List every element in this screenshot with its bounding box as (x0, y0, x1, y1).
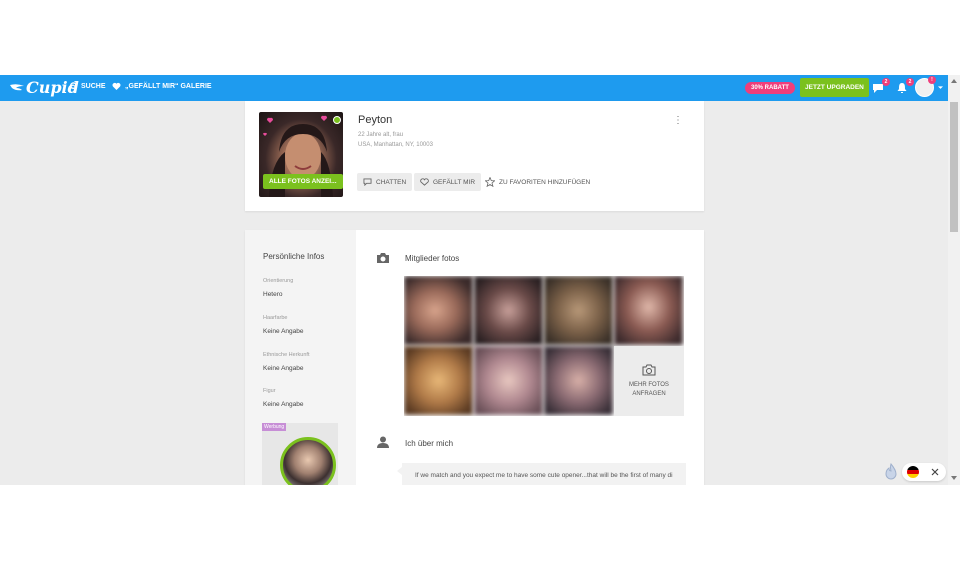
like-label: GEFÄLLT MIR (433, 178, 476, 186)
heart-icon (112, 82, 121, 90)
camera-icon (377, 253, 389, 263)
personal-info-title: Persönliche Infos (263, 252, 325, 261)
member-photo[interactable] (404, 346, 473, 415)
wings-icon (10, 83, 24, 90)
more-photos-line1: MEHR FOTOS (629, 381, 669, 388)
member-photo[interactable] (544, 276, 613, 345)
user-avatar-button[interactable]: ! (915, 76, 936, 97)
messages-button[interactable]: 2 (872, 78, 890, 95)
star-icon (485, 177, 495, 187)
close-icon[interactable] (931, 468, 939, 476)
more-photos-label: MEHR FOTOS ANFRAGEN (629, 381, 669, 399)
language-selector[interactable] (902, 463, 946, 481)
member-photo[interactable] (474, 276, 543, 345)
about-text-box: If we match and you expect me to have so… (397, 463, 686, 485)
top-navbar: Cupid SUCHE „GEFÄLLT MIR“ GALERIE 30% RA… (0, 75, 948, 101)
details-card: Persönliche Infos Orientierung Hetero Ha… (245, 230, 704, 485)
more-photos-line2: ANFRAGEN (632, 390, 666, 397)
profile-name: Peyton (358, 114, 393, 126)
profile-age-gender: 22 Jahre alt, frau (358, 132, 404, 138)
gallery-label: „GEFÄLLT MIR“ GALERIE (125, 82, 212, 90)
orientation-value: Hetero (263, 291, 283, 298)
profile-alert-badge: ! (928, 76, 936, 84)
online-status-dot (333, 116, 341, 124)
chevron-down-icon[interactable] (938, 86, 943, 90)
scroll-down-arrow-icon[interactable] (951, 476, 957, 480)
page-scrollbar[interactable] (948, 75, 960, 485)
ad-tag: Werbung (262, 423, 287, 431)
profile-photo[interactable]: ALLE FOTOS ANZEI... (259, 112, 343, 197)
profile-location: USA, Manhattan, NY, 10003 (358, 142, 433, 148)
search-icon (68, 82, 77, 91)
language-widget (884, 462, 948, 482)
member-photo[interactable] (544, 346, 613, 415)
heart-outline-icon (420, 178, 429, 186)
photos-section-title: Mitglieder fotos (405, 254, 460, 263)
scrollbar-thumb[interactable] (950, 102, 958, 232)
figure-label: Figur (263, 388, 276, 394)
notifications-count-badge: 2 (906, 78, 914, 86)
hair-color-label: Haarfarbe (263, 315, 288, 321)
chat-button[interactable]: CHATTEN (357, 173, 413, 191)
upgrade-button[interactable]: JETZT UPGRADEN (800, 78, 869, 97)
messages-count-badge: 2 (882, 78, 890, 86)
figure-value: Keine Angabe (263, 401, 304, 408)
orientation-label: Orientierung (263, 278, 294, 284)
ethnicity-label: Ethnische Herkunft (263, 352, 310, 358)
hair-color-value: Keine Angabe (263, 328, 304, 335)
person-icon (377, 436, 389, 448)
member-photo[interactable] (474, 346, 543, 415)
show-all-photos-button[interactable]: ALLE FOTOS ANZEI... (263, 174, 343, 189)
like-button[interactable]: GEFÄLLT MIR (414, 173, 482, 191)
scroll-up-arrow-icon[interactable] (951, 79, 957, 83)
discount-badge[interactable]: 30% RABATT (745, 82, 795, 94)
member-photo[interactable] (614, 276, 683, 345)
ethnicity-value: Keine Angabe (263, 365, 304, 372)
personal-info-sidebar: Persönliche Infos Orientierung Hetero Ha… (245, 230, 356, 485)
profile-card: ALLE FOTOS ANZEI... Peyton 22 Jahre alt,… (245, 101, 704, 211)
favorite-label: ZU FAVORITEN HINZUFÜGEN (499, 178, 591, 186)
add-favorite-button[interactable]: ZU FAVORITEN HINZUFÜGEN (485, 173, 590, 191)
page-viewport: Cupid SUCHE „GEFÄLLT MIR“ GALERIE 30% RA… (0, 75, 960, 485)
search-label: SUCHE (81, 83, 106, 90)
member-photo[interactable] (404, 276, 473, 345)
ad-profile-image (280, 437, 336, 485)
chat-icon (363, 178, 372, 186)
about-text: If we match and you expect me to have so… (415, 472, 673, 479)
flame-icon[interactable] (884, 463, 898, 481)
more-options-icon[interactable]: ⋮ (673, 115, 683, 126)
about-section-title: Ich über mich (405, 439, 454, 448)
request-more-photos-button[interactable]: MEHR FOTOS ANFRAGEN (614, 346, 684, 416)
gallery-link[interactable]: „GEFÄLLT MIR“ GALERIE (112, 82, 212, 90)
german-flag-icon (907, 466, 919, 478)
notifications-button[interactable]: 2 (896, 78, 914, 95)
advertisement[interactable]: Werbung (262, 423, 338, 485)
chat-label: CHATTEN (376, 178, 407, 186)
search-link[interactable]: SUCHE (68, 82, 106, 91)
camera-outline-icon (642, 364, 656, 375)
